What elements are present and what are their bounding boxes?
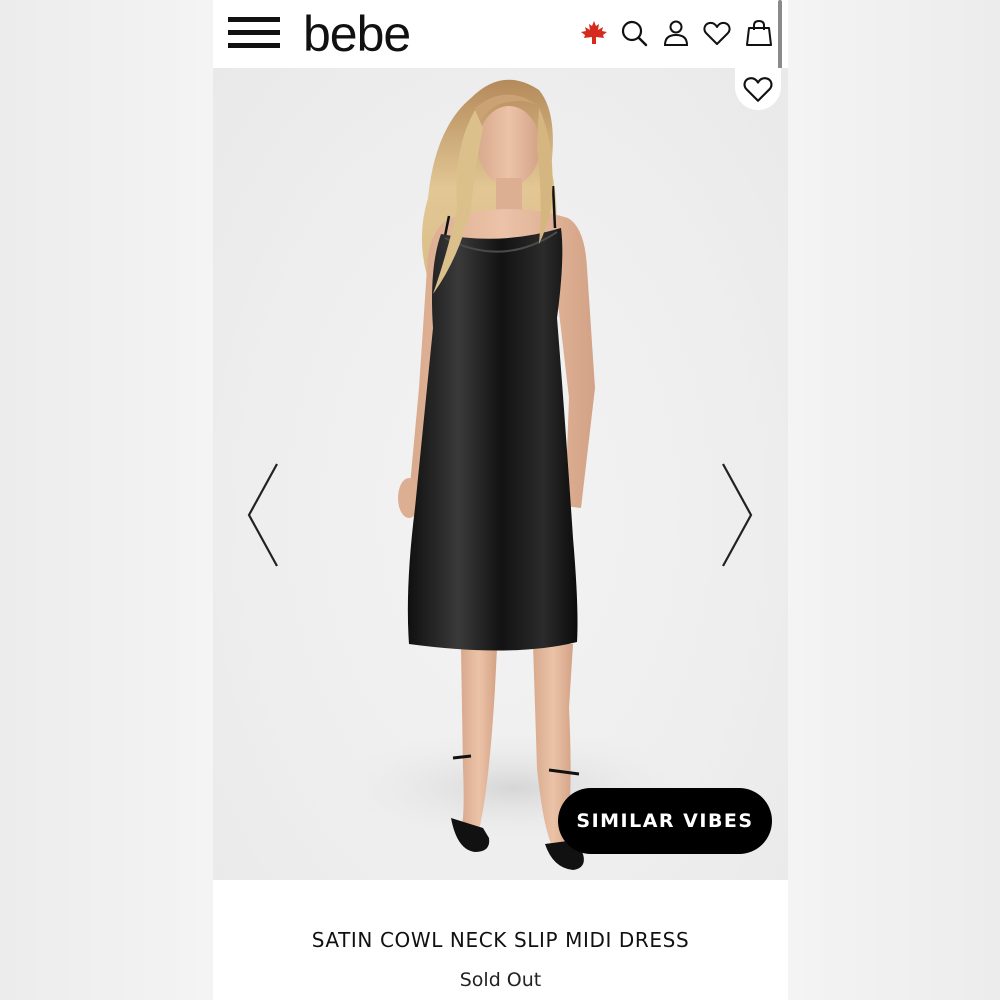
model-photo: [323, 79, 703, 870]
similar-vibes-button[interactable]: SIMILAR VIBES: [558, 788, 772, 854]
chevron-left-icon: [247, 463, 278, 567]
mobile-viewport: bebe SIMILAR VIBES SATIN COWL NECK SLIP …: [213, 0, 788, 1000]
product-details: SATIN COWL NECK SLIP MIDI DRESS Sold Out: [213, 880, 788, 1000]
menu-icon[interactable]: [228, 17, 280, 49]
brand-logo[interactable]: bebe: [303, 6, 411, 62]
canada-flag-icon[interactable]: [579, 18, 609, 48]
chevron-right-icon: [722, 463, 753, 567]
shopping-bag-icon[interactable]: [744, 18, 774, 48]
product-image-carousel[interactable]: SIMILAR VIBES: [213, 68, 788, 880]
stock-status: Sold Out: [459, 969, 542, 991]
heart-icon[interactable]: [702, 18, 732, 48]
heart-icon: [743, 77, 773, 102]
page-backdrop-left: [0, 0, 213, 1000]
page-backdrop-right: [787, 0, 1000, 1000]
product-title: SATIN COWL NECK SLIP MIDI DRESS: [311, 928, 690, 952]
site-header: bebe: [213, 0, 788, 68]
search-icon[interactable]: [619, 18, 649, 48]
carousel-prev-button[interactable]: [243, 460, 283, 570]
account-icon[interactable]: [661, 18, 691, 48]
carousel-next-button[interactable]: [717, 460, 757, 570]
